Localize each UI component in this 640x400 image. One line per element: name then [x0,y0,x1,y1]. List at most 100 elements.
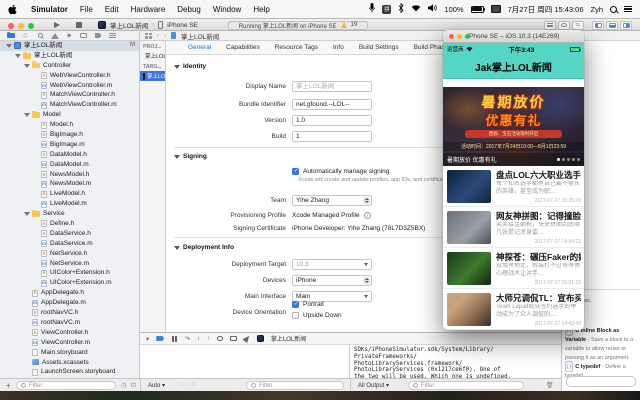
navigator-row[interactable]: Assets.xcassets [0,358,139,368]
news-item[interactable]: 盘点LOL六大职业选手… 每个知名选手都有自己最不擅长的英雄，甚至成为职… 2017… [443,166,584,207]
disclosure-icon[interactable] [15,53,21,58]
notification-center-icon[interactable] [624,5,632,13]
disclosure-icon[interactable] [24,63,30,68]
navigator-row[interactable]: 掌上LOL新闻 M [0,41,139,51]
navigator-row[interactable]: h LiveModel.h [0,189,139,199]
orientation-checkbox[interactable] [292,312,299,319]
minimize-window-button[interactable] [18,22,24,29]
navigator-row[interactable]: h Define.h [0,219,139,229]
navigator-row[interactable]: h NetService.h [0,249,139,259]
info-icon[interactable]: i [363,211,371,219]
warning-count[interactable]: 19 [351,22,358,28]
build-field[interactable] [292,130,372,142]
navigator-row[interactable]: 掌上LOL新闻 [0,51,139,61]
zoom-window-button[interactable] [28,22,34,29]
project-navigator-icon[interactable] [7,31,15,40]
toggle-utilities-button[interactable] [620,20,632,30]
apple-menu-icon[interactable] [8,4,17,15]
menu-simulator[interactable]: Simulator [25,5,74,14]
news-item[interactable]: 神探苍：碾压Faker的妖…双兔傍地走，假装打不过等等傅心理战术让对手… 2017… [443,248,584,289]
volume-icon[interactable] [428,4,438,14]
warning-icon[interactable] [340,22,347,28]
breakpoints-toggle-icon[interactable] [156,335,165,342]
navigator-row[interactable]: m LiveModel.m [0,199,139,209]
test-navigator-icon[interactable]: ◆ [65,32,73,40]
orientation-checkbox[interactable] [292,301,299,308]
simulator-window[interactable]: iPhone SE – iOS 10.3 (14E269) 运营商 下午3:43… [443,30,584,330]
orientation-option[interactable]: Upside Down [292,312,342,319]
jump-bar-item[interactable]: 掌上LOL新闻 [181,31,219,41]
menu-help[interactable]: Help [247,5,275,14]
close-window-button[interactable] [449,34,454,39]
pause-execution-icon[interactable] [171,335,177,342]
main-interface-combo[interactable]: Main [292,290,372,302]
navigator-row[interactable]: h AppDelegate.h [0,288,139,298]
navigator-row[interactable]: h BigImage.h [0,130,139,140]
console-scope-selector[interactable]: All Output ▾ [358,382,389,389]
forward-button[interactable]: › [164,33,166,39]
symbol-navigator-icon[interactable]: ◇ [22,32,30,40]
related-items-icon[interactable] [145,32,152,39]
variables-scope-selector[interactable]: Auto ▾ [148,382,165,389]
target-row[interactable]: 掌上LOL新闻 [140,71,165,81]
wifi-icon[interactable] [411,4,421,14]
scm-status-icon[interactable]: ⊡ [131,382,136,389]
promo-banner[interactable]: 暑期放价 优惠有礼 西服、宝石活动限时开启 活动时间：2017年7月24日10:… [443,87,584,166]
show-only-icon[interactable]: ◌ [182,382,186,388]
bundle-identifier-field[interactable] [292,98,372,110]
disclosure-icon[interactable] [24,113,30,118]
step-into-icon[interactable]: ↓ [197,335,200,342]
menu-file[interactable]: File [74,5,99,14]
bluetooth-icon[interactable] [398,2,404,15]
menu-hardware[interactable]: Hardware [125,5,172,14]
spotlight-icon[interactable] [610,5,617,13]
navigator-row[interactable]: m DataService.m [0,239,139,249]
navigator-row[interactable]: m NetService.m [0,259,139,269]
tab-build-settings[interactable]: Build Settings [359,44,399,51]
breakpoint-navigator-icon[interactable] [94,32,102,40]
navigator-row[interactable]: m UIColor+Extension.m [0,278,139,288]
back-button[interactable]: ‹ [157,33,159,39]
navigator-row[interactable]: m ViewController.m [0,338,139,348]
auto-signing-checkbox[interactable] [292,167,299,175]
toggle-debug-area-button[interactable] [606,20,618,30]
simulator-title-bar[interactable]: iPhone SE – iOS 10.3 (14E269) [443,30,584,43]
tab-general[interactable]: General [188,44,211,51]
memory-graph-icon[interactable] [229,336,237,341]
version-editor-button[interactable]: ⇆ [572,20,584,30]
console-filter-field[interactable]: Filter [408,381,524,390]
assistant-editor-button[interactable] [558,20,570,30]
navigator-row[interactable]: m DataModel.m [0,160,139,170]
close-window-button[interactable] [8,22,14,29]
microphone-icon[interactable] [369,3,376,15]
hide-debug-area-icon[interactable]: ▾ [146,335,149,343]
report-navigator-icon[interactable] [109,32,117,40]
menu-debug[interactable]: Debug [171,5,207,14]
tab-resource-tags[interactable]: Resource Tags [275,44,318,51]
news-item[interactable]: 大师兄调侃TL：宣布买…Team Liquid疯狂签约选手的举动成为了众人调侃的… [443,289,584,330]
zoom-window-button[interactable] [465,34,470,39]
scheme-selector[interactable]: 掌上LOL新闻 › iPhone SE [98,20,198,30]
navigator-row[interactable]: m rootNavVC.m [0,318,139,328]
identity-section-header[interactable]: Identity [174,63,206,70]
navigator-row[interactable]: h NewsModel.h [0,170,139,180]
navigator-row[interactable]: m BigImage.m [0,140,139,150]
navigator-row[interactable]: h rootNavVC.h [0,308,139,318]
debug-view-hierarchy-icon[interactable] [217,335,223,342]
deployment-target-combo[interactable]: 10.3 [292,258,372,270]
navigator-row[interactable]: Controller [0,61,139,71]
tab-capabilities[interactable]: Capabilities [226,44,260,51]
project-row[interactable]: 掌上LOL新闻 [140,51,165,61]
run-button[interactable] [54,21,60,28]
stop-button[interactable] [76,22,82,28]
navigator-row[interactable]: m MatchViewController.m [0,100,139,110]
find-navigator-icon[interactable] [36,32,44,40]
deployment-section-header[interactable]: Deployment Info [174,244,234,251]
disclosure-icon[interactable] [24,212,30,217]
clear-console-icon[interactable]: 🗑 [546,382,554,389]
step-over-icon[interactable]: ↷ [184,335,189,343]
navigator-row[interactable]: LaunchScreen.storyboard [0,367,139,377]
navigator-row[interactable]: h UIColor+Extension.h [0,268,139,278]
orientation-option[interactable]: Portrait [292,301,342,308]
menubar-clock[interactable]: 7月27日 周四 15:43:06 [508,4,584,15]
